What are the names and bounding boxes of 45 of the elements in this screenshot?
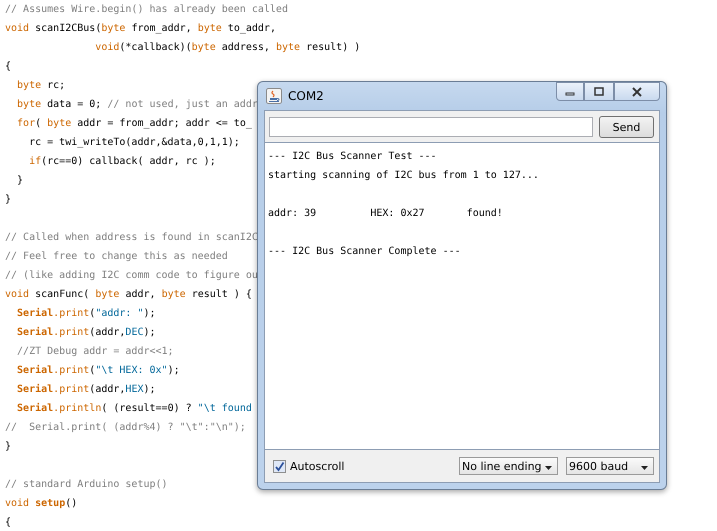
caret-icon <box>641 466 648 470</box>
caret-icon <box>545 466 552 470</box>
code-line: { <box>5 61 12 72</box>
maximize-button[interactable] <box>584 82 614 101</box>
code-line: { <box>5 517 12 528</box>
code-line: void scanFunc( byte addr, byte result ) { <box>5 289 252 300</box>
output-line: --- I2C Bus Scanner Test --- <box>268 151 437 162</box>
code-line: } <box>5 441 12 452</box>
output-line: --- I2C Bus Scanner Complete --- <box>268 246 461 257</box>
code-line: // (like adding I2C comm code to figure ou <box>5 270 258 281</box>
code-line: //ZT Debug addr = addr<<1; <box>16 346 174 357</box>
code-line: // standard Arduino setup() <box>5 479 168 490</box>
output-line: starting scanning of I2C bus from 1 to 127... <box>268 170 539 181</box>
code-line: Serial.print("addr: "); <box>16 308 156 319</box>
code-line: void setup() <box>5 498 78 509</box>
code-line: byte data = 0; // not used, just an addr <box>16 99 258 110</box>
send-button[interactable]: Send <box>599 116 654 138</box>
output-line: addr: 39 HEX: 0x27 found! <box>268 208 503 219</box>
code-line: Serial.print("\t HEX: 0x"); <box>16 365 180 376</box>
code-line: // Assumes Wire.begin() has already been called <box>5 4 288 15</box>
code-line: Serial.print(addr,HEX); <box>16 384 156 395</box>
close-button[interactable] <box>614 82 660 101</box>
close-icon <box>631 86 643 96</box>
code-line: if(rc==0) callback( addr, rc ); <box>28 156 216 167</box>
java-cup-icon <box>266 88 282 104</box>
code-line: void(*callback)(byte address, byte result) ) <box>94 42 360 53</box>
input-field[interactable] <box>269 117 593 137</box>
autoscroll-label: Autoscroll <box>290 460 344 472</box>
code-line: byte rc; <box>16 80 66 91</box>
code-line: // Feel free to change this as needed <box>5 251 228 262</box>
code-line: rc = twi_writeTo(addr,&data,0,1,1); <box>28 137 240 148</box>
autoscroll-checkbox[interactable] <box>273 460 286 472</box>
code-line: void scanI2CBus(byte from_addr, byte to_addr, <box>5 23 276 34</box>
code-line: } <box>5 194 12 205</box>
maximize-icon <box>594 86 604 96</box>
code-line: } <box>16 175 24 186</box>
code-line: Serial.println( (result==0) ? "\t found <box>16 403 252 414</box>
baud-rate-dropdown[interactable]: 9600 baud <box>566 457 654 475</box>
code-line: // Called when address is found in scanI2C <box>5 232 258 243</box>
code-line: for( byte addr = from_addr; addr <= to_ <box>16 118 252 129</box>
window-title: COM2 <box>288 89 324 103</box>
code-line: Serial.print(addr,DEC); <box>16 327 156 338</box>
code-line: // Serial.print( (addr%4) ? "\t":"\n"); <box>5 422 246 433</box>
minimize-button[interactable] <box>556 82 584 101</box>
line-ending-dropdown[interactable]: No line ending <box>459 457 558 475</box>
